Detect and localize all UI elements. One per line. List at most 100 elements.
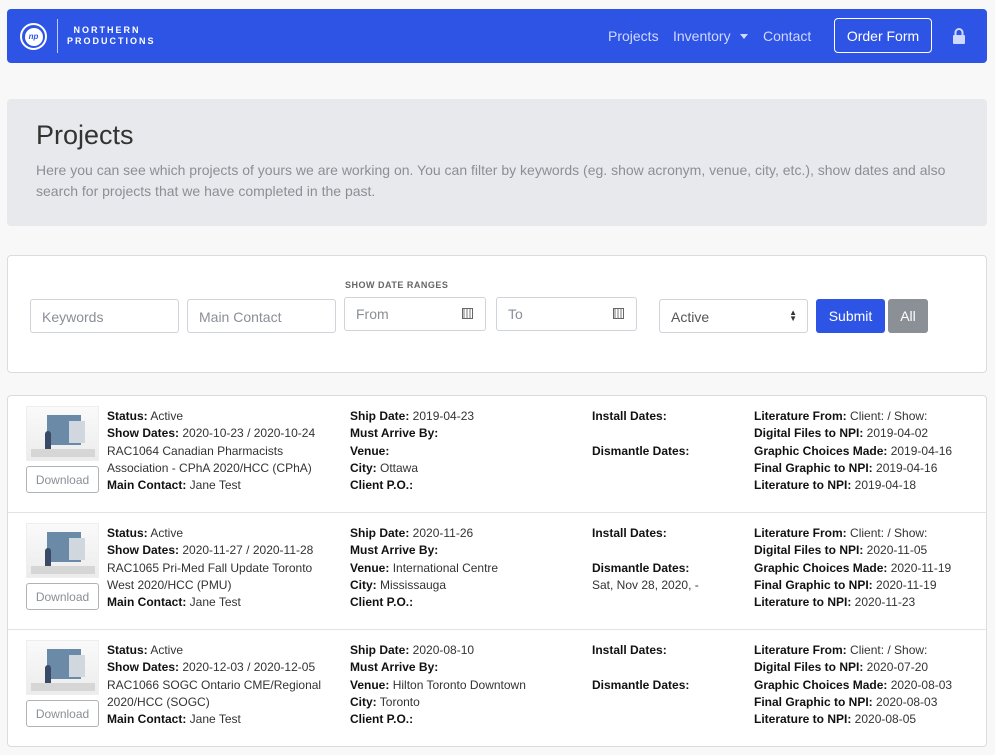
literature-to-value: 2020-11-23 [851,595,916,610]
literature-from-label: Literature From: [754,643,847,657]
booth-panel [69,655,85,677]
shipping-info: Ship Date: 2020-11-26 Must Arrive By: Ve… [350,525,580,611]
literature-to-label: Literature to NPI: [754,712,852,727]
install-dates-value [592,425,742,442]
venue-label: Venue: [350,443,390,458]
shipping-info: Ship Date: 2020-08-10 Must Arrive By: Ve… [350,642,580,728]
venue-value: Hilton Toronto Downtown [389,677,526,692]
main-contact-label: Main Contact: [107,478,187,493]
download-button[interactable]: Download [26,466,99,493]
ship-date-label: Ship Date: [350,409,410,423]
graphics-info: Literature From: Client: / Show: Digital… [754,642,974,728]
city-label: City: [350,577,377,592]
booth-floor [31,566,95,574]
show-date-ranges-label: SHOW DATE RANGES [345,280,449,290]
logo-initials: np [24,27,43,46]
project-summary: Status: Active Show Dates: 2020-12-03 / … [107,642,332,728]
digital-files-value: 2019-04-02 [863,426,929,441]
graphics-info: Literature From: Client: / Show: Digital… [754,525,974,611]
shipping-info: Ship Date: 2019-04-23 Must Arrive By: Ve… [350,408,580,494]
submit-button[interactable]: Submit [816,299,885,333]
final-graphic-value: 2019-04-16 [872,460,938,475]
brand-name[interactable]: NORTHERN PRODUCTIONS [67,25,156,47]
status-value: Active [147,526,184,540]
navbar: np NORTHERN PRODUCTIONS Projects Inventor… [7,9,987,63]
final-graphic-label: Final Graphic to NPI: [754,460,873,475]
show-dates-label: Show Dates: [107,543,180,558]
digital-files-label: Digital Files to NPI: [754,543,864,558]
status-select-value: Active [671,309,710,325]
literature-to-value: 2020-08-05 [851,712,917,727]
digital-files-label: Digital Files to NPI: [754,660,864,675]
brand-line-2: PRODUCTIONS [67,36,156,46]
status-label: Status: [107,409,148,423]
graphic-choices-label: Graphic Choices Made: [754,677,888,692]
status-label: Status: [107,526,148,540]
calendar-icon[interactable] [613,308,624,319]
install-dates-label: Install Dates: [592,409,667,423]
nav-inventory[interactable]: Inventory [673,28,731,44]
must-arrive-label: Must Arrive By: [350,543,439,558]
project-thumbnail[interactable] [26,523,99,578]
main-contact-value: Jane Test [186,712,241,727]
nav-contact[interactable]: Contact [763,28,811,44]
ship-date-value: 2019-04-23 [409,409,475,423]
select-arrows-icon: ▲ ▼ [789,308,797,323]
install-info: Install Dates: Dismantle Dates: Sat, Nov… [592,525,742,594]
show-dates-label: Show Dates: [107,426,180,441]
graphic-choices-value: 2019-04-16 [887,443,953,458]
status-value: Active [147,409,184,423]
chevron-down-icon[interactable] [740,34,748,39]
city-value: Toronto [376,694,420,709]
client-po-label: Client P.O.: [350,595,414,610]
must-arrive-label: Must Arrive By: [350,426,439,441]
download-button[interactable]: Download [26,583,99,610]
project-summary: Status: Active Show Dates: 2020-10-23 / … [107,408,332,494]
dismantle-dates-label: Dismantle Dates: [592,443,690,458]
nav-projects[interactable]: Projects [608,28,659,44]
status-value: Active [147,643,184,657]
project-row: Download Status: Active Show Dates: 2020… [8,396,986,513]
city-value: Mississauga [376,577,447,592]
install-info: Install Dates: Dismantle Dates: [592,642,742,694]
booth-panel [69,421,85,443]
final-graphic-value: 2020-08-03 [872,694,938,709]
status-select[interactable]: Active ▲ ▼ [659,299,808,333]
lock-icon[interactable] [952,28,966,44]
page-title: Projects [36,120,134,150]
booth-floor [31,683,95,691]
install-info: Install Dates: Dismantle Dates: [592,408,742,460]
ship-date-label: Ship Date: [350,643,410,657]
project-thumbnail[interactable] [26,640,99,695]
literature-to-label: Literature to NPI: [754,478,852,493]
digital-files-label: Digital Files to NPI: [754,426,864,441]
booth-floor [31,449,95,457]
show-dates-value: 2020-11-27 / 2020-11-28 [179,543,314,558]
project-row: Download Status: Active Show Dates: 2020… [8,630,986,747]
filter-panel: Keywords Main Contact SHOW DATE RANGES F… [7,255,987,373]
install-dates-value [592,542,742,559]
show-dates-label: Show Dates: [107,660,180,675]
show-dates-value: 2020-12-03 / 2020-12-05 [179,660,316,675]
client-po-label: Client P.O.: [350,478,414,493]
install-dates-value [592,659,742,676]
main-contact-input[interactable]: Main Contact [187,299,336,333]
literature-from-label: Literature From: [754,409,847,423]
download-button[interactable]: Download [26,700,99,727]
from-placeholder: From [356,306,389,322]
brand-logo-icon[interactable]: np [20,23,47,50]
graphic-choices-label: Graphic Choices Made: [754,560,888,575]
logo-divider [57,19,58,53]
page-description: Here you can see which projects of yours… [36,162,946,199]
booth-panel [69,538,85,560]
keywords-input[interactable]: Keywords [30,299,179,333]
all-button[interactable]: All [888,299,928,333]
from-date-input[interactable]: From [344,297,486,331]
to-placeholder: To [508,306,523,322]
graphic-choices-label: Graphic Choices Made: [754,443,888,458]
to-date-input[interactable]: To [496,297,637,331]
order-form-button[interactable]: Order Form [834,18,932,53]
client-po-label: Client P.O.: [350,712,414,727]
project-thumbnail[interactable] [26,406,99,461]
calendar-icon[interactable] [462,308,473,319]
